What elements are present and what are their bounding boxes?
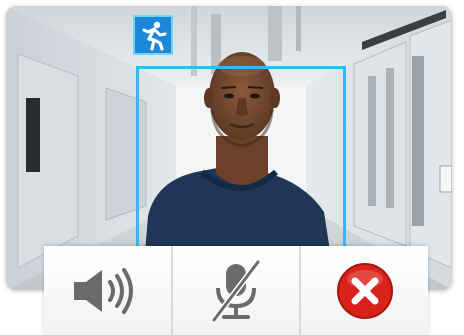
microphone-muted-icon: [211, 259, 261, 322]
motion-detection-badge: [133, 15, 173, 55]
speaker-button[interactable]: [44, 246, 171, 335]
video-call-screen: [0, 0, 464, 335]
call-control-bar: [44, 246, 429, 335]
face-detection-box: [136, 66, 346, 266]
mute-microphone-button[interactable]: [172, 246, 300, 335]
close-button[interactable]: [301, 246, 429, 335]
close-icon: [336, 262, 393, 319]
speaker-icon: [74, 267, 134, 314]
running-person-icon: [142, 21, 167, 51]
